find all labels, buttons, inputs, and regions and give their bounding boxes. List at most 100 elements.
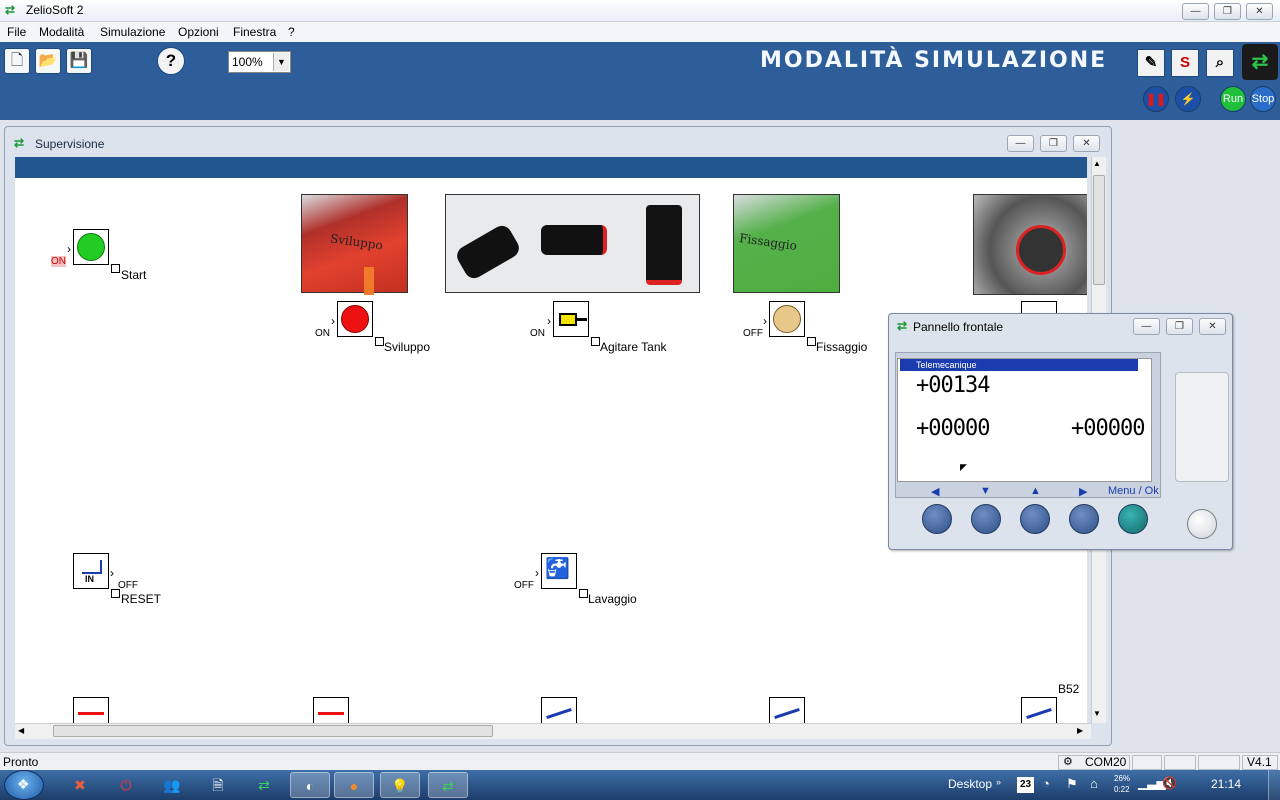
- reset-label: RESET: [121, 592, 162, 606]
- volume-muted-icon[interactable]: 🔇: [1162, 776, 1177, 790]
- sviluppo-label: Sviluppo: [384, 340, 431, 354]
- edit-program-icon[interactable]: ✎: [1137, 49, 1165, 77]
- lavaggio-checkbox[interactable]: [579, 589, 588, 598]
- minimize-button[interactable]: —: [1182, 3, 1209, 20]
- run-button[interactable]: Run: [1220, 86, 1246, 112]
- taskbar-people-icon[interactable]: 👥: [152, 772, 192, 798]
- taskbar-bulb-icon[interactable]: 💡: [380, 772, 420, 798]
- sup-maximize-button[interactable]: ❐: [1040, 135, 1067, 152]
- menu-simulazione[interactable]: Simulazione: [100, 25, 165, 39]
- horizontal-scrollbar[interactable]: ◀ ▶: [15, 723, 1091, 739]
- scroll-left-icon[interactable]: ◀: [18, 726, 24, 735]
- fp-key-right[interactable]: [1069, 504, 1099, 534]
- menu-finestra[interactable]: Finestra: [233, 25, 276, 39]
- calendar-icon[interactable]: 23: [1017, 777, 1034, 793]
- sup-minimize-button[interactable]: —: [1007, 135, 1034, 152]
- fp-close-button[interactable]: ✕: [1199, 318, 1226, 335]
- b52-label: B52: [1058, 682, 1080, 696]
- start-lamp[interactable]: [73, 229, 109, 265]
- lcd-value-1: +00134: [916, 373, 990, 398]
- new-file-icon[interactable]: 🗋: [4, 48, 30, 74]
- pause-icon[interactable]: ❚❚: [1143, 86, 1169, 112]
- arrow-down-icon[interactable]: ▼: [980, 485, 991, 497]
- fp-key-up[interactable]: [1020, 504, 1050, 534]
- chevron-down-icon[interactable]: ▼: [273, 53, 289, 71]
- taskbar-app-1-icon[interactable]: ✖: [60, 772, 100, 798]
- show-desktop-button[interactable]: [1268, 770, 1280, 800]
- menu-file[interactable]: File: [7, 25, 26, 39]
- window-title: ZelioSoft 2: [26, 3, 84, 17]
- fp-maximize-button[interactable]: ❐: [1166, 318, 1193, 335]
- photo-sviluppo-jug: Sviluppo: [301, 194, 408, 295]
- contact-2[interactable]: [313, 697, 349, 723]
- step-signal-icon: [82, 560, 102, 574]
- arrow-up-icon[interactable]: ▲: [1030, 485, 1041, 497]
- contact-b52[interactable]: [1021, 697, 1057, 723]
- stop-button[interactable]: Stop: [1250, 86, 1276, 112]
- fissaggio-lamp[interactable]: [769, 301, 805, 337]
- fp-minimize-button[interactable]: —: [1133, 318, 1160, 335]
- network-icon[interactable]: ⌂: [1090, 776, 1098, 791]
- sviluppo-lamp[interactable]: [337, 301, 373, 337]
- taskbar-firefox-icon[interactable]: ●: [334, 772, 374, 798]
- lcd-value-2: +00000: [916, 416, 990, 441]
- fissaggio-checkbox[interactable]: [807, 337, 816, 346]
- desktop-toolbar-label[interactable]: Desktop: [948, 777, 992, 791]
- faucet-icon: 🚰: [545, 558, 570, 580]
- tank-tilted: [453, 222, 523, 282]
- maximize-button[interactable]: ❐: [1214, 3, 1241, 20]
- chevron-right-icon: ›: [763, 314, 767, 328]
- status-cell-empty-2: [1164, 755, 1196, 770]
- agitare-checkbox[interactable]: [591, 337, 600, 346]
- fp-key-left[interactable]: [922, 504, 952, 534]
- scroll-down-icon[interactable]: ▼: [1093, 709, 1101, 718]
- chevron-right-icon: ›: [547, 314, 551, 328]
- scroll-right-icon[interactable]: ▶: [1077, 726, 1083, 735]
- fp-key-down[interactable]: [971, 504, 1001, 534]
- contact-1[interactable]: [73, 697, 109, 723]
- help-icon[interactable]: ?: [157, 47, 185, 75]
- photo-tank-agitation: [445, 194, 700, 293]
- menu-opzioni[interactable]: Opzioni: [178, 25, 219, 39]
- agitare-tank-output[interactable]: [553, 301, 589, 337]
- taskbar-app-6-icon[interactable]: ◐: [290, 772, 330, 798]
- simulation-mode-button[interactable]: S: [1171, 49, 1199, 77]
- lcd-value-3: +00000: [1071, 416, 1145, 441]
- contact-4[interactable]: [769, 697, 805, 723]
- fp-key-menu-ok[interactable]: [1118, 504, 1148, 534]
- flag-icon[interactable]: ⚑: [1066, 776, 1078, 792]
- version-cell: V4.1: [1242, 755, 1278, 770]
- lavaggio-output[interactable]: 🚰: [541, 553, 577, 589]
- open-folder-icon[interactable]: 📂: [35, 48, 61, 74]
- menu-modalita[interactable]: Modalità: [39, 25, 84, 39]
- fp-white-button[interactable]: [1187, 509, 1217, 539]
- zeliosoft-app-icon: ⇄: [5, 3, 16, 17]
- close-button[interactable]: ✕: [1246, 3, 1273, 20]
- contact-3[interactable]: [541, 697, 577, 723]
- fissaggio-label: Fissaggio: [816, 340, 868, 354]
- orange-rod: [364, 267, 374, 295]
- taskbar-zelio-active-icon[interactable]: ⇄: [428, 772, 468, 798]
- globe-icon: ⊕: [901, 359, 909, 369]
- monitor-icon[interactable]: ⌕: [1206, 49, 1234, 77]
- chevron-icon[interactable]: »: [996, 777, 1001, 787]
- menu-help[interactable]: ?: [288, 25, 295, 39]
- start-checkbox[interactable]: [111, 264, 120, 273]
- taskbar-zelio-icon[interactable]: ⇄: [244, 772, 284, 798]
- save-icon[interactable]: 💾: [66, 48, 92, 74]
- clock[interactable]: 21:14: [1211, 777, 1241, 791]
- sup-close-button[interactable]: ✕: [1073, 135, 1100, 152]
- tray-app-icon[interactable]: ◔: [1042, 776, 1050, 791]
- horizontal-scroll-thumb[interactable]: [53, 725, 493, 737]
- reset-checkbox[interactable]: [111, 589, 120, 598]
- vertical-scroll-thumb[interactable]: [1093, 175, 1105, 285]
- power-cut-icon[interactable]: ⚡: [1175, 86, 1201, 112]
- arrow-right-icon[interactable]: ▶: [1079, 485, 1087, 498]
- taskbar-app-2-icon[interactable]: ⏻: [106, 772, 146, 798]
- reset-input[interactable]: IN: [73, 553, 109, 589]
- taskbar: [0, 770, 1280, 800]
- sviluppo-checkbox[interactable]: [375, 337, 384, 346]
- arrow-left-icon[interactable]: ◀: [931, 485, 939, 498]
- taskbar-document-icon[interactable]: 🗎: [198, 772, 238, 798]
- scroll-up-icon[interactable]: ▲: [1093, 159, 1101, 168]
